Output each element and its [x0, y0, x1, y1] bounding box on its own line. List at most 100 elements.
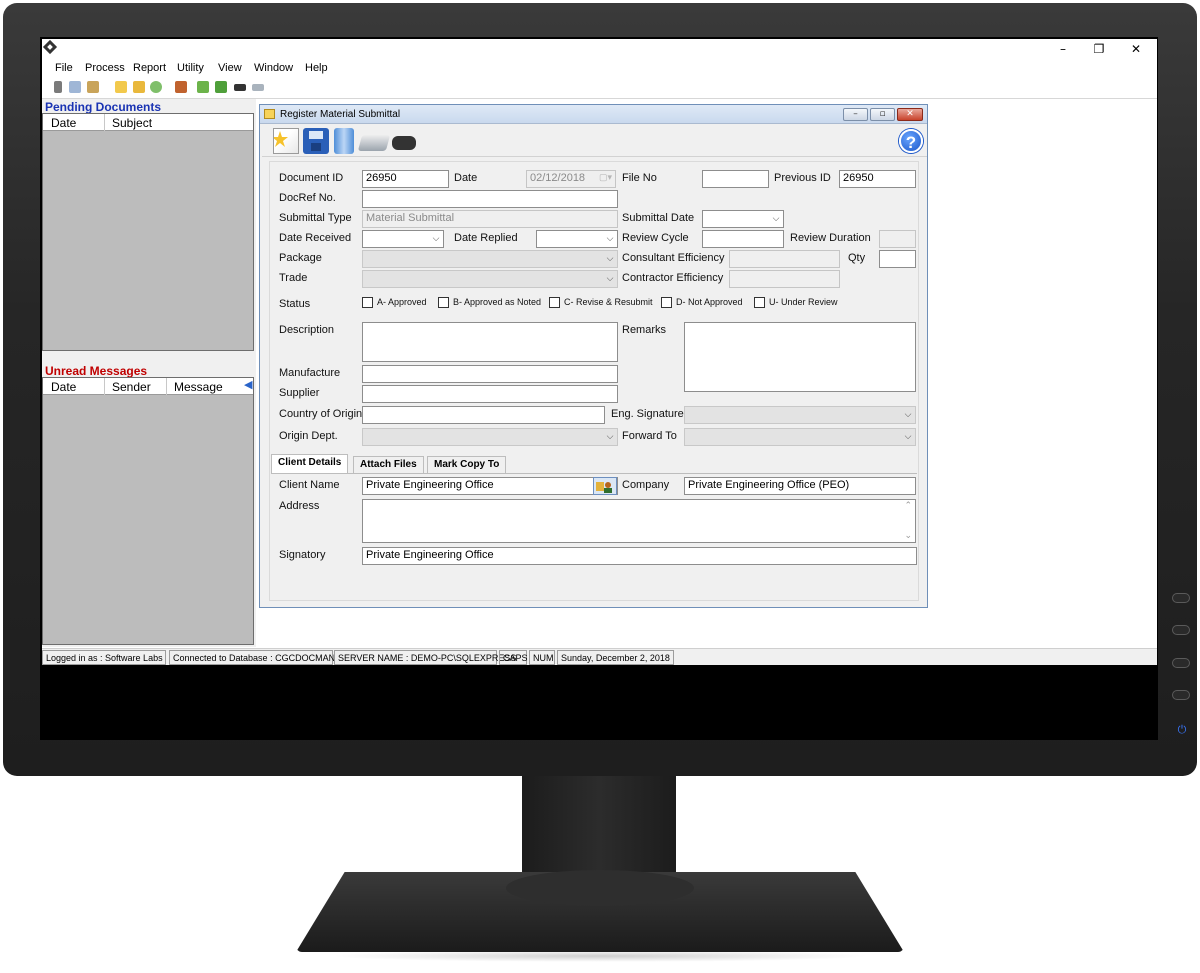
client-name-label: Client Name: [279, 479, 340, 491]
chevron-down-icon[interactable]: ⌵: [604, 429, 616, 445]
tab-mark-copy-to[interactable]: Mark Copy To: [427, 456, 507, 473]
scroll-up-icon[interactable]: ⌃: [904, 501, 912, 511]
review-duration-field[interactable]: [879, 230, 916, 248]
status-not-approved-label[interactable]: D- Not Approved: [676, 297, 743, 307]
date-received-picker[interactable]: ⌵: [362, 230, 444, 248]
country-of-origin-field[interactable]: [362, 406, 605, 424]
address-textarea[interactable]: ⌃ ⌄: [362, 499, 916, 543]
menu-view[interactable]: View: [218, 62, 242, 74]
menu-file[interactable]: File: [55, 62, 73, 74]
column-date[interactable]: Date: [51, 116, 76, 130]
tab-client-details[interactable]: Client Details: [271, 454, 349, 473]
new-document-icon[interactable]: [272, 128, 299, 154]
scanner-icon[interactable]: [357, 135, 391, 151]
chevron-down-icon[interactable]: ⌵: [604, 271, 616, 287]
client-name-field[interactable]: Private Engineering Office: [362, 477, 618, 495]
status-approved-label[interactable]: A- Approved: [377, 297, 427, 307]
origin-dept-select[interactable]: ⌵: [362, 428, 618, 446]
calendar-dropdown-icon[interactable]: ▢▾: [599, 172, 612, 183]
refresh-icon[interactable]: [150, 81, 162, 93]
minimize-button[interactable]: –: [1045, 39, 1081, 59]
submittal-date-picker[interactable]: ⌵: [702, 210, 784, 228]
consultant-efficiency-field[interactable]: [729, 250, 840, 268]
trade-select[interactable]: ⌵: [362, 270, 618, 288]
status-approved-checkbox[interactable]: [362, 297, 373, 308]
menu-report[interactable]: Report: [133, 62, 166, 74]
menu-window[interactable]: Window: [254, 62, 293, 74]
previous-id-field[interactable]: 26950: [839, 170, 916, 188]
unread-messages-list[interactable]: Date Sender Message ◀: [42, 377, 254, 645]
chevron-down-icon[interactable]: ⌵: [902, 429, 914, 445]
chevron-down-icon[interactable]: ⌵: [902, 407, 914, 423]
column-date[interactable]: Date: [51, 380, 76, 394]
save-icon[interactable]: [303, 128, 329, 154]
previous-id-label: Previous ID: [774, 172, 831, 184]
eng-signature-select[interactable]: ⌵: [684, 406, 916, 424]
tab-attach-files[interactable]: Attach Files: [353, 456, 424, 473]
qty-field[interactable]: [879, 250, 916, 268]
forward-to-select[interactable]: ⌵: [684, 428, 916, 446]
chevron-down-icon[interactable]: ⌵: [604, 251, 616, 267]
main-toolbar: [42, 79, 1157, 99]
forward-icon[interactable]: [197, 81, 209, 93]
status-approved-as-noted-label[interactable]: B- Approved as Noted: [453, 297, 541, 307]
file-no-field[interactable]: [702, 170, 769, 188]
scroll-down-icon[interactable]: ⌄: [904, 531, 912, 541]
pending-documents-list[interactable]: Date Subject: [42, 113, 254, 351]
help-icon[interactable]: ?: [899, 129, 923, 153]
print-icon[interactable]: [175, 81, 187, 93]
chevron-down-icon[interactable]: ⌵: [770, 211, 782, 227]
docref-field[interactable]: [362, 190, 618, 208]
pending-documents-title: Pending Documents: [45, 100, 162, 114]
menu-utility[interactable]: Utility: [177, 62, 204, 74]
date-replied-picker[interactable]: ⌵: [536, 230, 618, 248]
dialog-icon: [264, 109, 275, 119]
binoculars-icon[interactable]: [392, 136, 416, 150]
submittal-type-field[interactable]: Material Submittal: [362, 210, 618, 228]
review-cycle-field[interactable]: [702, 230, 784, 248]
status-approved-as-noted-checkbox[interactable]: [438, 297, 449, 308]
chevron-down-icon[interactable]: ⌵: [604, 231, 616, 247]
dialog-minimize-button[interactable]: –: [843, 108, 868, 121]
status-not-approved-checkbox[interactable]: [661, 297, 672, 308]
menu-process[interactable]: Process: [85, 62, 125, 74]
binoculars-icon[interactable]: [234, 84, 246, 91]
reply-icon[interactable]: [215, 81, 227, 93]
contractor-efficiency-field[interactable]: [729, 270, 840, 288]
signatory-field[interactable]: Private Engineering Office: [362, 547, 917, 565]
supplier-field[interactable]: [362, 385, 618, 403]
column-sender[interactable]: Sender: [112, 380, 151, 394]
paste-icon[interactable]: [87, 81, 99, 93]
dialog-close-button[interactable]: ✕: [897, 108, 923, 121]
remarks-textarea[interactable]: [684, 322, 916, 392]
status-under-review-label[interactable]: U- Under Review: [769, 297, 838, 307]
monitor-button: [1172, 690, 1190, 700]
dialog-titlebar[interactable]: Register Material Submittal – ▫ ✕: [260, 105, 927, 124]
status-num: NUM: [529, 650, 555, 665]
restore-button[interactable]: ❐: [1081, 39, 1117, 59]
status-revise-resubmit-checkbox[interactable]: [549, 297, 560, 308]
dialog-restore-button[interactable]: ▫: [870, 108, 895, 121]
status-label: Status: [279, 298, 311, 310]
scroll-left-icon[interactable]: ◀: [244, 378, 252, 391]
column-subject[interactable]: Subject: [112, 116, 152, 130]
status-under-review-checkbox[interactable]: [754, 297, 765, 308]
column-message[interactable]: Message: [174, 380, 223, 394]
document-id-field[interactable]: 26950: [362, 170, 449, 188]
cut-icon[interactable]: [54, 81, 62, 93]
client-lookup-button[interactable]: [593, 477, 617, 495]
new-folder-icon[interactable]: [115, 81, 127, 93]
close-button[interactable]: ✕: [1118, 39, 1154, 59]
date-picker[interactable]: 02/12/2018 ▢▾: [526, 170, 616, 188]
menu-help[interactable]: Help: [305, 62, 328, 74]
chevron-down-icon[interactable]: ⌵: [430, 231, 442, 247]
package-select[interactable]: ⌵: [362, 250, 618, 268]
manufacture-field[interactable]: [362, 365, 618, 383]
description-textarea[interactable]: [362, 322, 618, 362]
copy-icon[interactable]: [69, 81, 81, 93]
scanner-icon[interactable]: [252, 84, 264, 91]
status-revise-resubmit-label[interactable]: C- Revise & Resubmit: [564, 297, 653, 307]
company-field[interactable]: Private Engineering Office (PEO): [684, 477, 916, 495]
delete-icon[interactable]: [334, 128, 354, 154]
open-folder-icon[interactable]: [133, 81, 145, 93]
